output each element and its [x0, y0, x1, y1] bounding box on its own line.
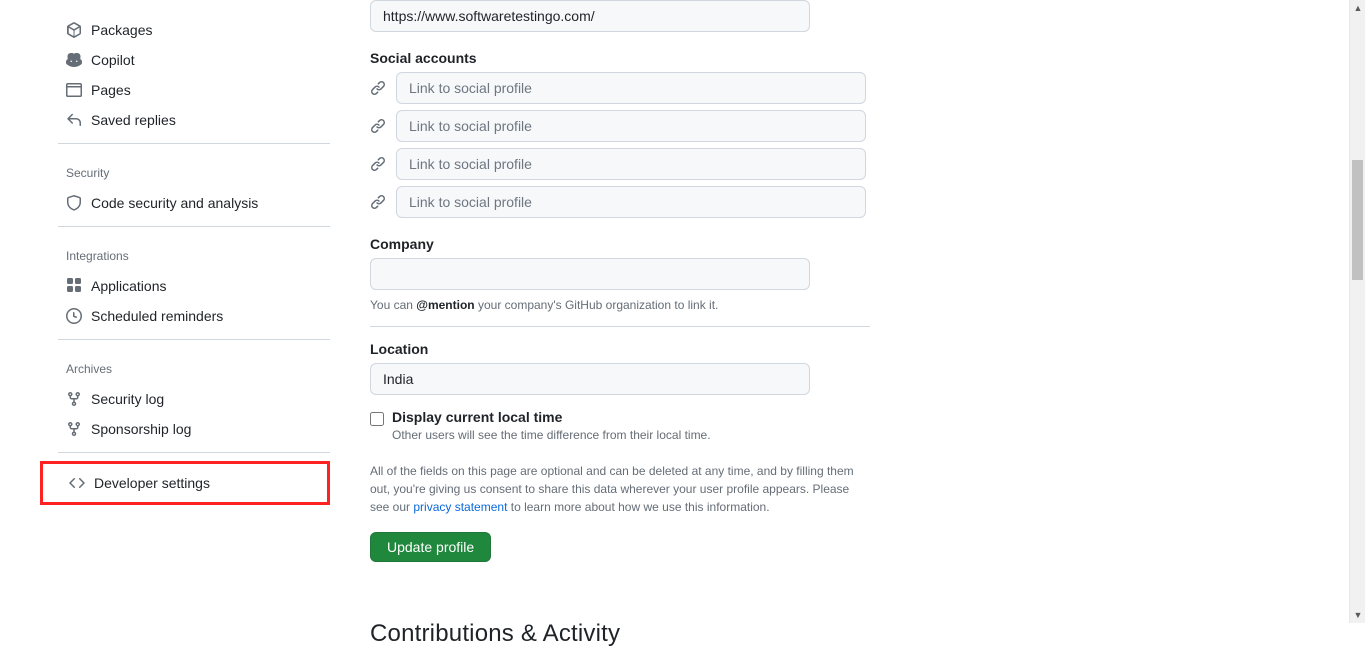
settings-sidebar: Packages Copilot Pages Saved replies Sec…: [0, 0, 330, 623]
divider: [58, 143, 330, 144]
social-input-4[interactable]: [396, 186, 866, 218]
code-icon: [69, 475, 85, 491]
social-input-3[interactable]: [396, 148, 866, 180]
shield-icon: [66, 195, 82, 211]
social-input-2[interactable]: [396, 110, 866, 142]
copilot-icon: [66, 52, 82, 68]
divider: [58, 452, 330, 453]
location-input[interactable]: [370, 363, 810, 395]
section-header-integrations: Integrations: [58, 235, 330, 271]
section-header-archives: Archives: [58, 348, 330, 384]
display-time-checkbox[interactable]: [370, 412, 384, 426]
social-row-4: [370, 186, 870, 218]
scroll-up-arrow[interactable]: ▲: [1350, 0, 1365, 16]
url-input[interactable]: [370, 0, 810, 32]
sidebar-item-sponsorship-log[interactable]: Sponsorship log: [58, 414, 330, 444]
section-header-security: Security: [58, 152, 330, 188]
sidebar-item-label: Sponsorship log: [91, 421, 191, 437]
company-input[interactable]: [370, 258, 810, 290]
sidebar-item-label: Security log: [91, 391, 164, 407]
sidebar-item-label: Scheduled reminders: [91, 308, 223, 324]
apps-icon: [66, 278, 82, 294]
scrollbar[interactable]: ▲ ▼: [1349, 0, 1365, 623]
display-time-row: Display current local time: [370, 409, 870, 426]
sidebar-item-label: Packages: [91, 22, 152, 38]
company-label: Company: [370, 236, 870, 252]
social-input-1[interactable]: [396, 72, 866, 104]
company-hint: You can @mention your company's GitHub o…: [370, 298, 870, 312]
sidebar-item-code-security[interactable]: Code security and analysis: [58, 188, 330, 218]
sidebar-item-saved-replies[interactable]: Saved replies: [58, 105, 330, 135]
contributions-heading: Contributions & Activity: [370, 620, 870, 648]
sidebar-item-copilot[interactable]: Copilot: [58, 45, 330, 75]
scroll-thumb[interactable]: [1352, 160, 1363, 280]
log-icon: [66, 391, 82, 407]
sidebar-item-security-log[interactable]: Security log: [58, 384, 330, 414]
browser-icon: [66, 82, 82, 98]
location-label: Location: [370, 341, 870, 357]
link-icon: [370, 156, 386, 172]
sidebar-item-label: Applications: [91, 278, 167, 294]
reply-icon: [66, 112, 82, 128]
sidebar-item-applications[interactable]: Applications: [58, 271, 330, 301]
divider: [58, 339, 330, 340]
sidebar-item-label: Copilot: [91, 52, 135, 68]
privacy-link[interactable]: privacy statement: [413, 500, 507, 514]
sidebar-item-scheduled-reminders[interactable]: Scheduled reminders: [58, 301, 330, 331]
section-divider: [370, 326, 870, 327]
update-profile-button[interactable]: Update profile: [370, 532, 491, 562]
package-icon: [66, 22, 82, 38]
display-time-hint: Other users will see the time difference…: [392, 428, 870, 442]
display-time-label: Display current local time: [392, 409, 562, 425]
profile-form: Social accounts Company You can @mention…: [330, 0, 870, 623]
social-row-2: [370, 110, 870, 142]
sidebar-item-label: Code security and analysis: [91, 195, 258, 211]
link-icon: [370, 194, 386, 210]
developer-settings-highlight: Developer settings: [40, 461, 330, 505]
sidebar-item-label: Saved replies: [91, 112, 176, 128]
scroll-down-arrow[interactable]: ▼: [1350, 607, 1365, 623]
divider: [58, 226, 330, 227]
sidebar-item-pages[interactable]: Pages: [58, 75, 330, 105]
link-icon: [370, 118, 386, 134]
optional-fields-note: All of the fields on this page are optio…: [370, 462, 870, 516]
sidebar-item-label: Pages: [91, 82, 131, 98]
social-accounts-label: Social accounts: [370, 50, 870, 66]
clock-icon: [66, 308, 82, 324]
social-row-1: [370, 72, 870, 104]
link-icon: [370, 80, 386, 96]
log-icon: [66, 421, 82, 437]
sidebar-item-developer-settings[interactable]: Developer settings: [61, 468, 321, 498]
sidebar-item-label: Developer settings: [94, 475, 210, 491]
sidebar-item-packages[interactable]: Packages: [58, 15, 330, 45]
social-row-3: [370, 148, 870, 180]
